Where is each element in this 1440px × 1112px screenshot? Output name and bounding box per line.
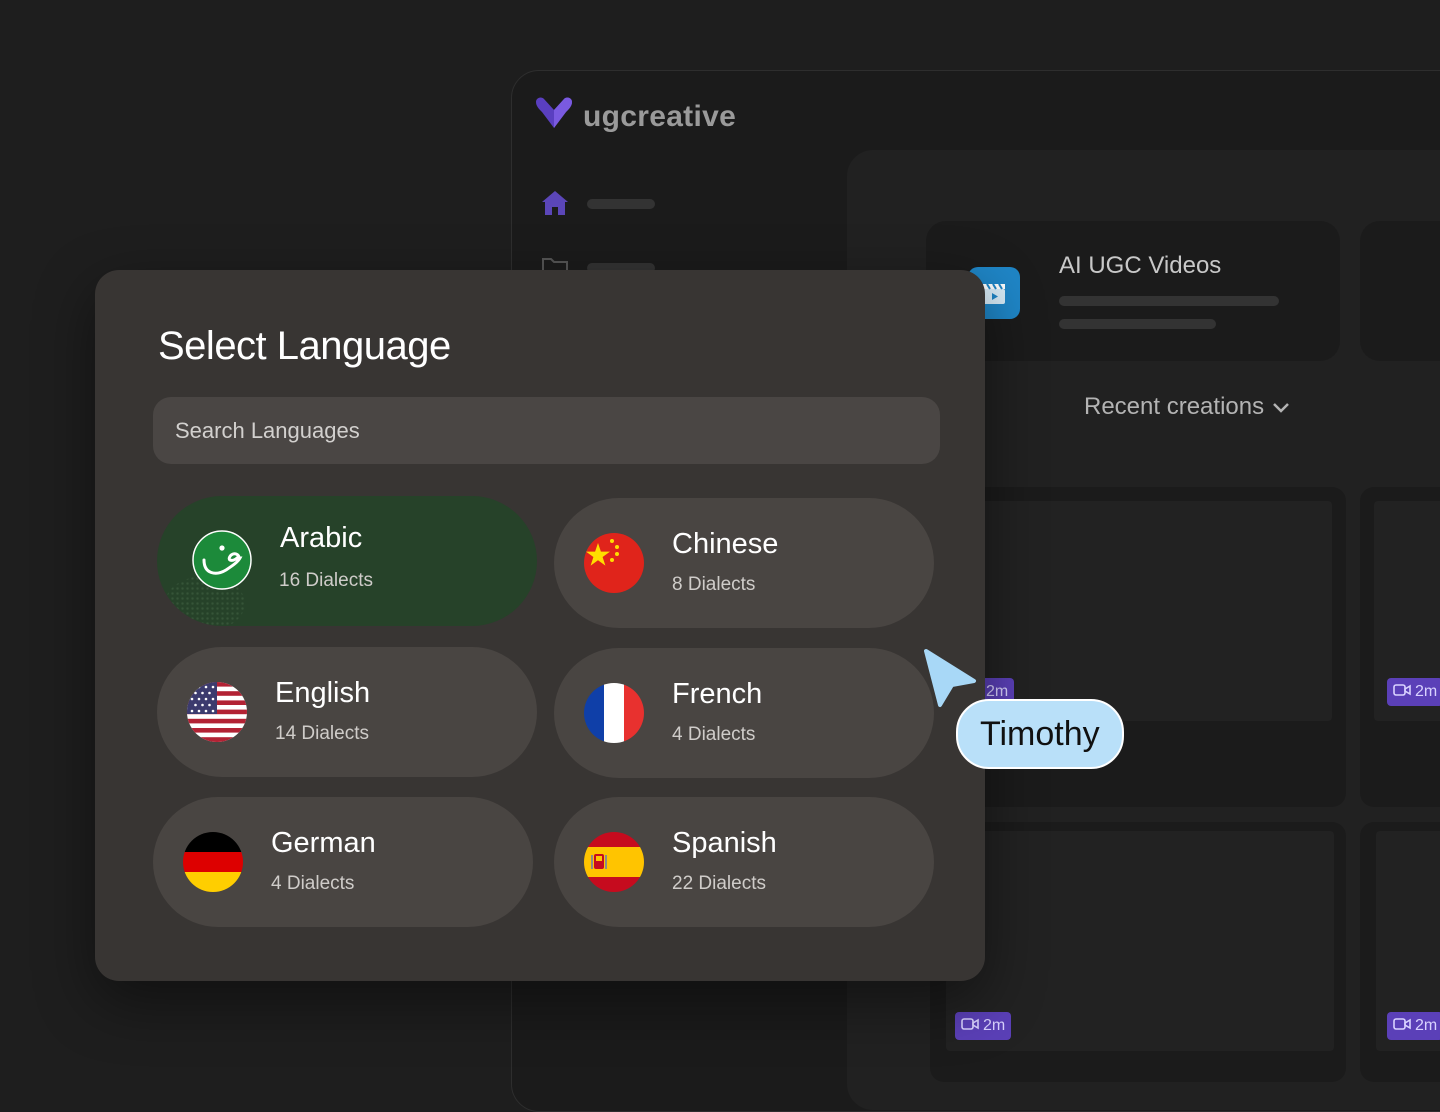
language-dialects: 14 Dialects — [275, 723, 369, 744]
video-camera-icon — [1393, 1017, 1411, 1035]
china-flag-icon — [584, 533, 644, 593]
video-thumbnail[interactable] — [930, 822, 1346, 1082]
language-name: Arabic — [280, 522, 363, 554]
skeleton-line — [1059, 319, 1216, 329]
duration-badge: 2m — [955, 1012, 1012, 1040]
language-option-spanish[interactable]: Spanish 22 Dialects — [554, 797, 934, 927]
france-flag-icon — [584, 683, 644, 743]
skeleton-line — [1059, 296, 1279, 306]
language-dialects: 4 Dialects — [271, 873, 355, 894]
language-option-arabic[interactable]: Arabic 16 Dialects — [157, 496, 537, 626]
video-thumbnail[interactable] — [1360, 487, 1440, 807]
language-dialects: 16 Dialects — [279, 570, 373, 591]
language-dialects: 22 Dialects — [672, 873, 766, 894]
language-option-chinese[interactable]: Chinese 8 Dialects — [554, 498, 934, 628]
language-name: English — [275, 677, 371, 709]
language-option-french[interactable]: French 4 Dialects — [554, 648, 934, 778]
usa-flag-icon — [187, 682, 247, 742]
language-dialects: 4 Dialects — [672, 724, 756, 745]
video-camera-icon — [961, 1017, 979, 1035]
language-name: Spanish — [672, 827, 777, 859]
nav-label-placeholder — [587, 199, 655, 209]
arabic-flag-icon — [192, 530, 252, 590]
modal-title: Select Language — [158, 324, 451, 368]
feature-card[interactable] — [1360, 221, 1440, 361]
duration-badge: 2m — [1387, 1012, 1440, 1040]
language-option-german[interactable]: German 4 Dialects — [153, 797, 533, 927]
language-name: French — [672, 678, 763, 710]
video-camera-icon — [1393, 683, 1411, 701]
language-dialects: 8 Dialects — [672, 574, 756, 595]
recent-creations-dropdown[interactable]: Recent creations — [1084, 393, 1290, 421]
spain-flag-icon — [584, 832, 644, 892]
brand[interactable]: ugcreative — [533, 96, 736, 137]
search-languages-input[interactable] — [153, 397, 940, 464]
video-thumbnail[interactable] — [1360, 822, 1440, 1082]
feature-card-title: AI UGC Videos — [1059, 252, 1222, 279]
language-name: German — [271, 827, 376, 859]
brand-name: ugcreative — [583, 99, 737, 133]
heart-v-logo-icon — [533, 96, 575, 137]
language-name: Chinese — [672, 528, 779, 560]
language-option-english[interactable]: English 14 Dialects — [157, 647, 537, 777]
recent-creations-label: Recent creations — [1084, 393, 1265, 420]
chevron-down-icon — [1272, 393, 1290, 421]
germany-flag-icon — [183, 832, 243, 892]
home-icon[interactable] — [541, 190, 569, 221]
duration-badge: 2m — [1387, 678, 1440, 706]
collaborator-name-tag: Timothy — [956, 699, 1124, 769]
